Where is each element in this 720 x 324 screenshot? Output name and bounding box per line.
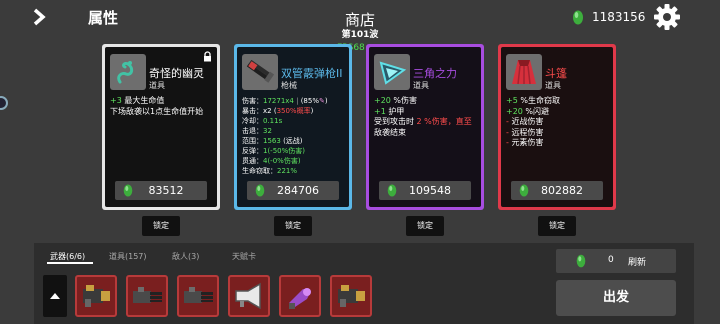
item-name: 三角之力 bbox=[413, 67, 457, 80]
minigun-icon bbox=[184, 287, 213, 303]
tab-enemies[interactable]: 敌人(3) bbox=[172, 251, 199, 262]
buy-button[interactable]: 83512 bbox=[115, 181, 207, 200]
wave-label: 第101波 bbox=[341, 30, 379, 40]
lock-button[interactable]: 锁定 bbox=[406, 216, 444, 236]
item-type: 道具 bbox=[545, 81, 561, 90]
item-type: 道具 bbox=[149, 81, 165, 90]
item-name: 斗篷 bbox=[545, 67, 567, 80]
side-indicator[interactable] bbox=[0, 96, 8, 110]
item-type: 道具 bbox=[413, 81, 429, 90]
ghost-icon bbox=[110, 54, 146, 90]
buy-button[interactable]: 284706 bbox=[247, 181, 339, 200]
lock-icon bbox=[204, 51, 211, 62]
plasma-gun-icon bbox=[289, 288, 311, 309]
shop-card-triforce[interactable]: 三角之力 道具 +20 %伤害 +1 护甲 受到攻击时 2 %伤害，直至 敌袭结… bbox=[366, 44, 484, 210]
triangle-icon bbox=[374, 54, 410, 90]
refresh-label: 刷新 bbox=[628, 258, 647, 268]
lock-button[interactable]: 锁定 bbox=[274, 216, 312, 236]
weapon-slot[interactable] bbox=[177, 275, 219, 317]
weapon-slot[interactable] bbox=[330, 275, 372, 317]
shop-card-shotgun[interactable]: 双管霰弹枪II 枪械 伤害：17271x4 | (85%✎) 暴击：x2 (35… bbox=[234, 44, 352, 210]
shop-card-cloak[interactable]: 斗篷 道具 +5 %生命窃取 +20 %闪避 - 近战伤害 - 远程伤害 - 元… bbox=[498, 44, 616, 210]
arrow-up-icon bbox=[50, 293, 60, 299]
refresh-button[interactable]: 0 刷新 bbox=[556, 249, 676, 273]
cloak-icon bbox=[506, 54, 542, 90]
tab-talents[interactable]: 天赋卡 bbox=[232, 251, 256, 262]
item-description: +5 %生命窃取 +20 %闪避 - 近战伤害 - 远程伤害 - 元素伤害 bbox=[506, 96, 560, 147]
item-description: +20 %伤害 +1 护甲 受到攻击时 2 %伤害，直至 敌袭结束 bbox=[374, 96, 472, 137]
item-description: +3 最大生命值 下场敌袭以1点生命值开始 bbox=[110, 96, 204, 116]
shotgun-icon bbox=[242, 54, 278, 90]
gear-icon[interactable] bbox=[653, 3, 681, 31]
item-type: 枪械 bbox=[281, 81, 297, 90]
buy-button[interactable]: 109548 bbox=[379, 181, 471, 200]
gatling-icon bbox=[83, 285, 110, 307]
tab-weapons[interactable]: 武器(6/6) bbox=[50, 251, 85, 262]
lock-button[interactable]: 锁定 bbox=[142, 216, 180, 236]
material-gem-icon bbox=[573, 10, 583, 25]
tab-items[interactable]: 道具(157) bbox=[109, 251, 147, 262]
minigun-icon bbox=[133, 287, 162, 303]
item-name: 双管霰弹枪II bbox=[281, 67, 343, 80]
price-value: 802882 bbox=[541, 184, 583, 197]
weapon-slot[interactable] bbox=[279, 275, 321, 317]
start-button[interactable]: 出发 bbox=[556, 280, 676, 316]
price-value: 83512 bbox=[148, 184, 184, 197]
weapon-slot[interactable] bbox=[75, 275, 117, 317]
megaphone-icon bbox=[235, 282, 261, 310]
price-value: 284706 bbox=[277, 184, 319, 197]
material-gem-icon bbox=[576, 254, 586, 268]
shop-card-ghost[interactable]: 奇怪的幽灵 道具 +3 最大生命值 下场敌袭以1点生命值开始 83512 bbox=[102, 44, 220, 210]
money-value: 1183156 bbox=[592, 10, 646, 24]
weapon-slot[interactable] bbox=[228, 275, 270, 317]
lock-button[interactable]: 锁定 bbox=[538, 216, 576, 236]
item-name: 奇怪的幽灵 bbox=[149, 67, 204, 80]
weapon-stats: 伤害：17271x4 | (85%✎) 暴击：x2 (350%概率) 冷却：0.… bbox=[242, 97, 328, 175]
collapse-button[interactable] bbox=[43, 275, 67, 317]
gatling-icon bbox=[338, 285, 365, 307]
active-tab-underline bbox=[47, 262, 93, 264]
refresh-cost: 0 bbox=[608, 255, 614, 265]
buy-button[interactable]: 802882 bbox=[511, 181, 603, 200]
weapon-slot[interactable] bbox=[126, 275, 168, 317]
price-value: 109548 bbox=[409, 184, 451, 197]
